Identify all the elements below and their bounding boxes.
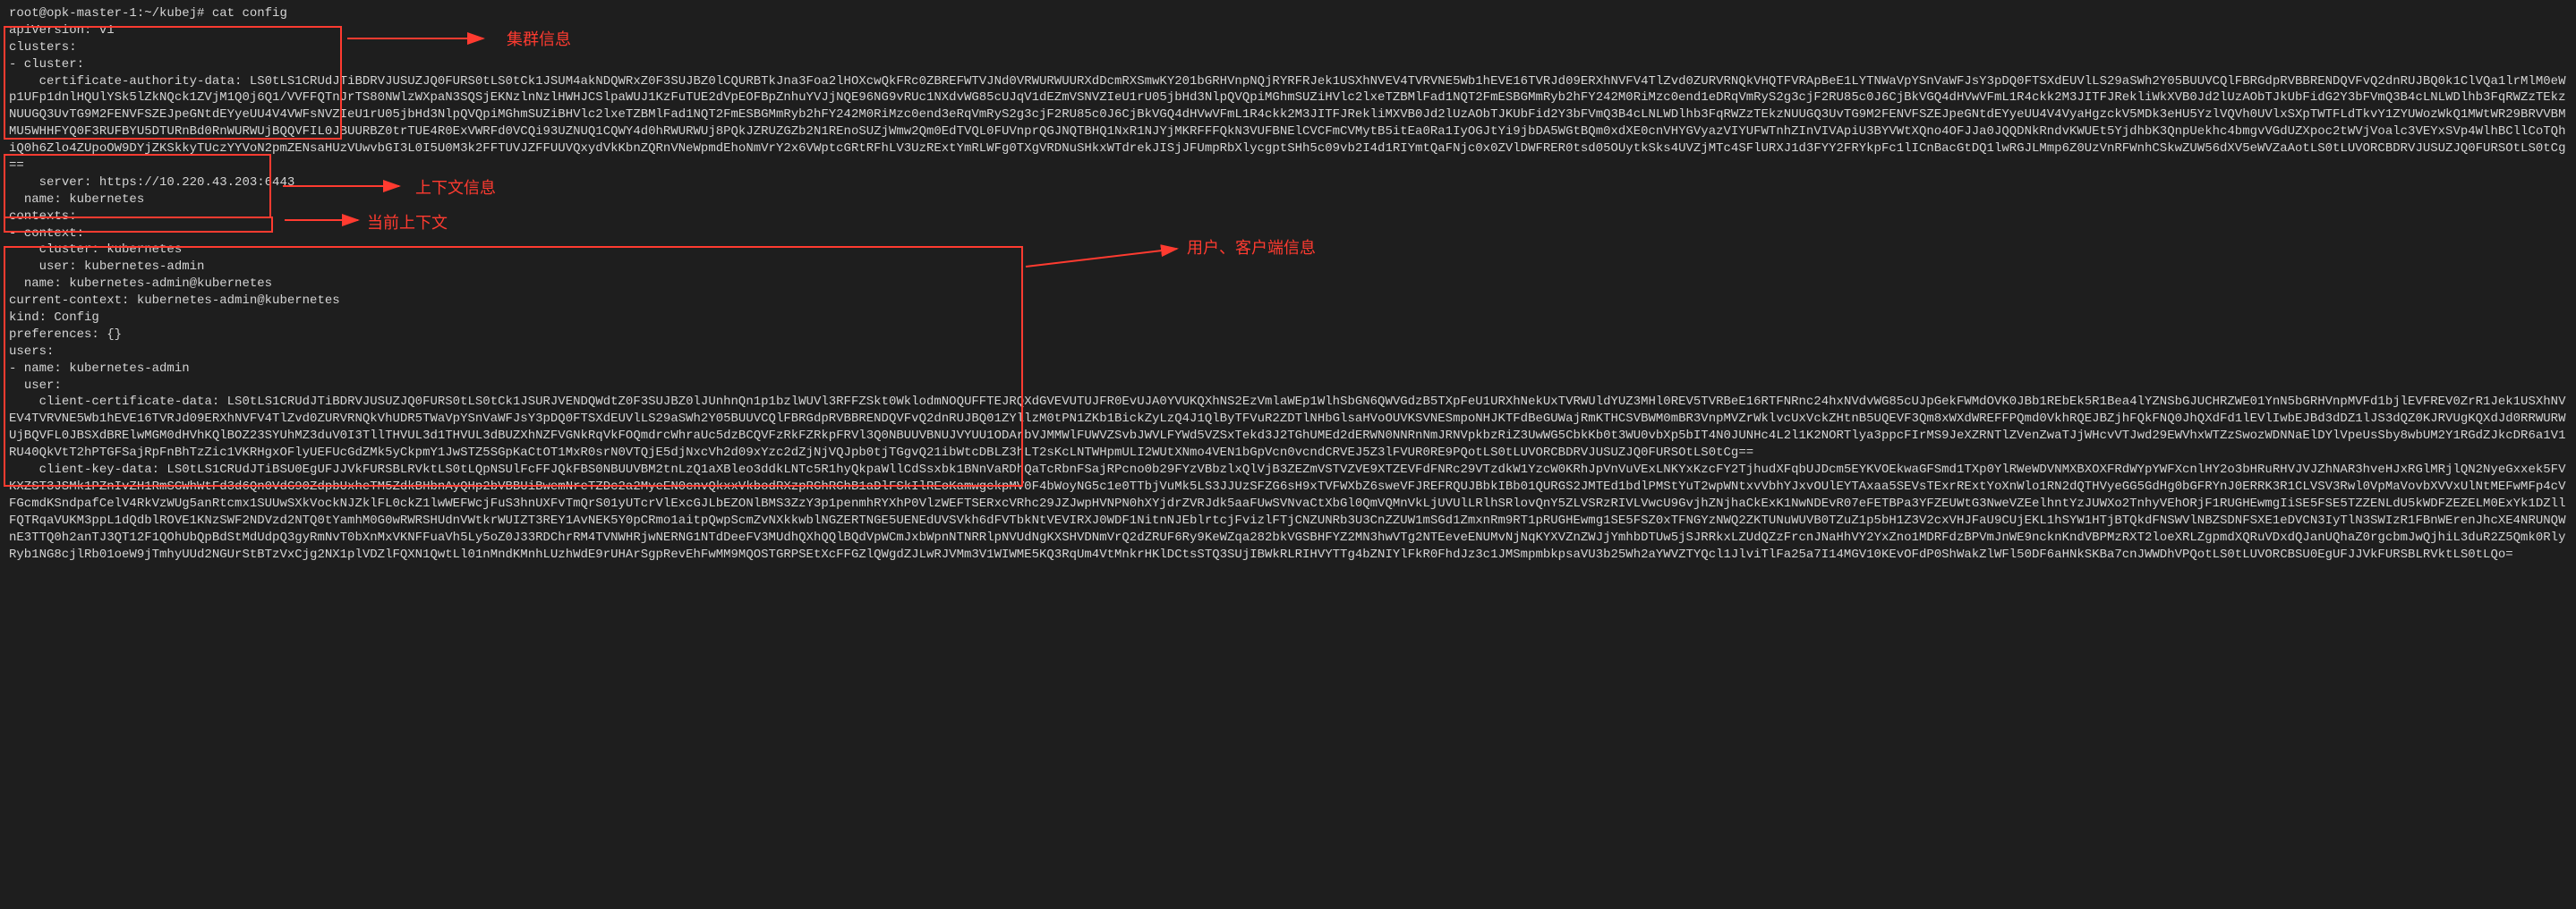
terminal-line: server: https://10.220.43.203:6443: [9, 174, 2567, 191]
terminal-line: - name: kubernetes-admin: [9, 361, 2567, 378]
terminal-line: name: kubernetes: [9, 191, 2567, 208]
terminal-line: kind: Config: [9, 310, 2567, 327]
terminal-line: clusters:: [9, 39, 2567, 56]
terminal-line: preferences: {}: [9, 327, 2567, 344]
terminal-line: cluster: kubernetes: [9, 242, 2567, 259]
terminal-line: client-key-data: LS0tLS1CRUdJTiBSU0EgUFJ…: [9, 462, 2567, 563]
terminal-line: user: kubernetes-admin: [9, 259, 2567, 276]
terminal-line: user:: [9, 378, 2567, 395]
terminal-line: client-certificate-data: LS0tLS1CRUdJTiB…: [9, 394, 2567, 462]
terminal-line: current-context: kubernetes-admin@kubern…: [9, 293, 2567, 310]
terminal-line: contexts:: [9, 208, 2567, 225]
terminal-line: - cluster:: [9, 56, 2567, 73]
terminal-line: users:: [9, 344, 2567, 361]
terminal-line: - context:: [9, 225, 2567, 242]
terminal-line: apiVersion: v1: [9, 22, 2567, 39]
terminal-line: root@opk-master-1:~/kubej# cat config: [9, 5, 2567, 22]
terminal-line: name: kubernetes-admin@kubernetes: [9, 276, 2567, 293]
terminal-line: certificate-authority-data: LS0tLS1CRUdJ…: [9, 73, 2567, 174]
terminal-output: root@opk-master-1:~/kubej# cat configapi…: [0, 0, 2576, 568]
